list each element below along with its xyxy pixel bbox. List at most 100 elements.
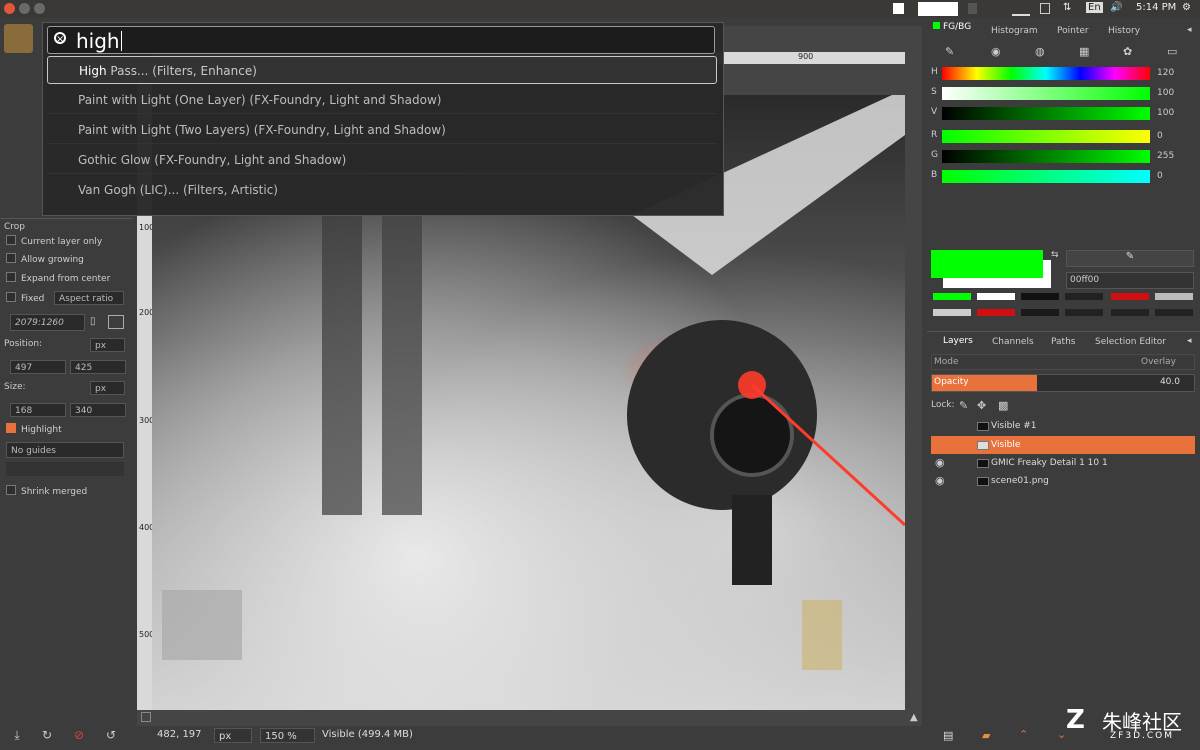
color-history-swatch[interactable] [933,309,971,316]
landscape-icon[interactable] [108,315,124,329]
checkbox[interactable] [6,485,16,495]
search-result[interactable]: Gothic Glow (FX-Foundry, Light and Shado… [47,146,717,174]
checkbox-indicator-icon[interactable] [893,3,904,14]
guides-select[interactable]: No guides [6,442,124,458]
zoom-select[interactable]: 150 % [260,728,315,743]
speaker-icon[interactable]: 🔊 [1110,2,1122,13]
tab-paths[interactable]: Paths [1051,337,1075,347]
action-search-input[interactable]: × high [47,26,715,54]
save-options-icon[interactable]: ⤓ [10,728,24,742]
reset-options-icon[interactable]: ↺ [104,728,118,742]
tab-fgbg[interactable]: FG/BG [943,22,971,32]
color-history-swatch[interactable] [1155,309,1193,316]
foreground-color-swatch[interactable] [931,250,1043,278]
slider-value[interactable]: 120 [1157,67,1193,80]
new-layer-icon[interactable]: ▤ [943,729,953,742]
slider-s[interactable]: S 100 [931,87,1195,101]
lower-layer-icon[interactable]: ⌄ [1057,728,1066,741]
saturation-slider-bar[interactable] [942,87,1150,100]
color-history-swatch[interactable] [933,293,971,300]
red-slider-bar[interactable] [942,130,1150,143]
indicator-white-box[interactable] [918,2,958,16]
fixed-option[interactable]: Fixed [6,292,44,304]
layer-row[interactable]: ◉ GMIC Freaky Detail 1 10 1 [931,454,1195,472]
slider-g[interactable]: G 255 [931,150,1195,164]
tab-selection-editor[interactable]: Selection Editor [1095,337,1166,347]
color-history-swatch[interactable] [1155,293,1193,300]
gimp-selector-icon[interactable]: ✎ [945,45,954,58]
shrink-merged-option[interactable]: Shrink merged [6,485,87,497]
watercolor-selector-icon[interactable]: ✿ [1123,45,1132,58]
gimp-logo-icon[interactable] [4,24,33,53]
eye-icon[interactable]: ◉ [935,454,945,472]
color-history-swatch[interactable] [1111,293,1149,300]
color-history-swatch[interactable] [1021,293,1059,300]
portrait-icon[interactable]: ▯ [90,316,96,327]
cmyk-selector-icon[interactable]: ▦ [1079,45,1089,58]
blue-slider-bar[interactable] [942,170,1150,183]
allow-growing-option[interactable]: Allow growing [6,253,84,265]
search-result[interactable]: Van Gogh (LIC)... (Filters, Artistic) [47,176,717,204]
checkbox[interactable] [6,292,16,302]
dock-menu-icon[interactable]: ◂ [1187,25,1192,35]
indicator-icon[interactable] [968,3,977,14]
checkbox[interactable] [6,272,16,282]
wheel-selector-icon[interactable]: ◍ [1035,45,1045,58]
checkbox[interactable] [6,235,16,245]
size-width-field[interactable]: 168 [10,403,66,417]
close-window-button[interactable] [4,3,15,14]
lock-pixels-icon[interactable]: ✎ [959,399,968,412]
quick-mask-toggle[interactable] [141,712,151,722]
signal-icon[interactable] [1012,3,1030,16]
tab-layers[interactable]: Layers [943,336,973,346]
clear-search-icon[interactable]: × [54,32,66,45]
network-icon[interactable]: ⇅ [1063,2,1071,13]
tab-histogram[interactable]: Histogram [991,26,1038,36]
checkbox[interactable] [6,253,16,263]
slider-h[interactable]: H 120 [931,67,1195,81]
hex-color-field[interactable]: 00ff00 [1066,272,1194,289]
color-history-swatch[interactable] [1065,293,1103,300]
search-result[interactable]: Paint with Light (One Layer) (FX-Foundry… [47,86,717,114]
raise-layer-icon[interactable]: ⌃ [1019,728,1028,741]
new-layer-group-icon[interactable]: ▰ [982,729,990,742]
delete-options-icon[interactable]: ⊘ [72,728,86,742]
color-picker-icon[interactable]: ✎ [1066,250,1194,267]
clock[interactable]: 5:14 PM [1136,2,1176,13]
unit-select[interactable]: px [214,728,252,743]
slider-value[interactable]: 100 [1157,87,1193,100]
tab-pointer[interactable]: Pointer [1057,26,1089,36]
scales-selector-icon[interactable]: ▭ [1167,45,1177,58]
swap-colors-icon[interactable]: ⇆ [1051,250,1059,260]
lock-alpha-icon[interactable]: ▩ [998,399,1008,412]
mode-select[interactable]: Mode Overlay [931,354,1195,370]
settings-gear-icon[interactable]: ⚙ [1182,2,1191,13]
position-x-field[interactable]: 497 [10,360,66,374]
layer-row[interactable]: ◉ scene01.png [931,472,1195,490]
current-layer-only-option[interactable]: Current layer only [6,235,102,247]
search-result[interactable]: Paint with Light (Two Layers) (FX-Foundr… [47,116,717,144]
layer-row[interactable]: Visible [931,436,1195,454]
size-unit-select[interactable]: px [90,381,125,395]
expand-from-center-option[interactable]: Expand from center [6,272,110,284]
eye-icon[interactable]: ◉ [935,472,945,490]
slider-b[interactable]: B 0 [931,170,1195,184]
navigate-icon[interactable]: ▲ [910,712,918,723]
ratio-field[interactable]: 2079:1260 [10,314,85,331]
value-slider-bar[interactable] [942,107,1150,120]
layer-row[interactable]: Visible #1 [931,417,1195,435]
battery-icon[interactable] [1040,3,1050,14]
tab-channels[interactable]: Channels [992,337,1034,347]
color-history-swatch[interactable] [1065,309,1103,316]
slider-value[interactable]: 100 [1157,107,1193,120]
color-history-swatch[interactable] [977,293,1015,300]
slider-value[interactable]: 255 [1157,150,1193,163]
color-history-swatch[interactable] [1021,309,1059,316]
lock-position-icon[interactable]: ✥ [977,399,986,412]
opacity-slider[interactable]: Opacity 40.0 [931,374,1195,392]
position-y-field[interactable]: 425 [70,360,126,374]
green-slider-bar[interactable] [942,150,1150,163]
hue-slider-bar[interactable] [942,67,1150,80]
highlight-option[interactable]: Highlight [6,423,62,435]
position-unit-select[interactable]: px [90,338,125,352]
